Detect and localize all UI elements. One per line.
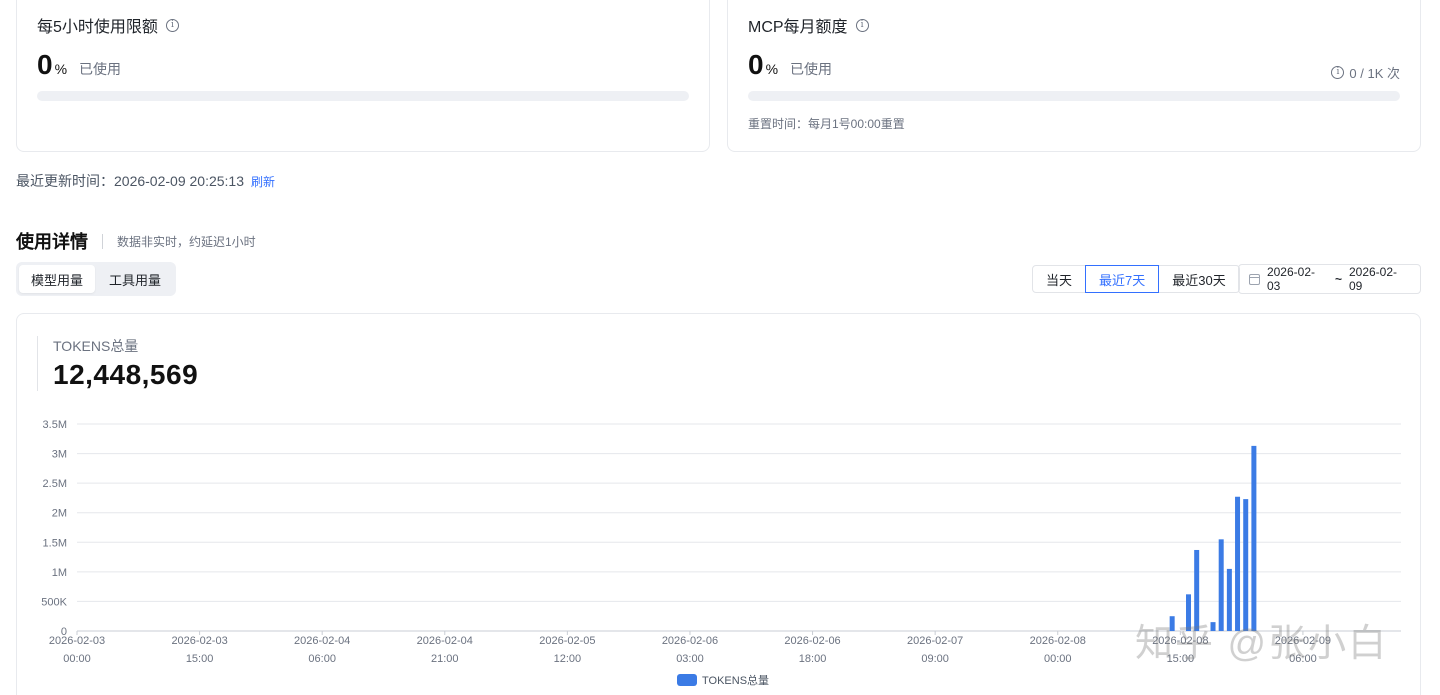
section-divider bbox=[102, 233, 103, 249]
quota-reset-note: 重置时间：每月1号00:00重置 bbox=[748, 117, 905, 131]
date-range-picker[interactable]: 2026-02-03 ~ 2026-02-09 bbox=[1238, 264, 1421, 294]
x-tick-label: 2026-02-04 bbox=[294, 635, 350, 647]
y-tick-label: 500K bbox=[41, 596, 67, 608]
range-30days-button[interactable]: 最近30天 bbox=[1158, 265, 1240, 293]
quota-progress-bar bbox=[748, 91, 1400, 101]
quota-used-label: 已使用 bbox=[79, 61, 122, 77]
section-subtitle: 数据非实时，约延迟1小时 bbox=[117, 234, 256, 249]
quota-unit: % bbox=[765, 61, 779, 77]
quota-usage-count: i 0 / 1K 次 bbox=[1331, 63, 1400, 82]
usage-details-header: 使用详情 数据非实时，约延迟1小时 bbox=[16, 228, 256, 254]
last-update-label: 最近更新时间：2026-02-09 20:25:13 bbox=[16, 173, 244, 189]
time-range-group: 当天 最近7天 最近30天 bbox=[1032, 265, 1240, 293]
y-tick-label: 3.5M bbox=[43, 419, 67, 431]
quota-percent: 0 bbox=[748, 49, 764, 80]
x-tick-label: 03:00 bbox=[676, 653, 704, 665]
x-tick-label: 21:00 bbox=[431, 653, 459, 665]
x-tick-label: 2026-02-03 bbox=[49, 635, 105, 647]
range-7days-button[interactable]: 最近7天 bbox=[1085, 265, 1160, 293]
x-tick-label: 00:00 bbox=[63, 653, 91, 665]
quota-card-mcp: MCP每月额度 i 0 % 已使用 i 0 / 1K 次 重置时间：每月1号00… bbox=[727, 0, 1421, 152]
quota-unit: % bbox=[54, 61, 68, 77]
x-tick-label: 2026-02-04 bbox=[417, 635, 473, 647]
date-end: 2026-02-09 bbox=[1348, 265, 1398, 293]
legend-label: TOKENS总量 bbox=[702, 673, 769, 687]
x-tick-label: 18:00 bbox=[799, 653, 827, 665]
quota-value: 0 % 已使用 bbox=[37, 49, 121, 81]
quota-card-5h: 每5小时使用限额 i 0 % 已使用 bbox=[16, 0, 710, 152]
y-tick-label: 1.5M bbox=[43, 537, 67, 549]
quota-title: 每5小时使用限额 i bbox=[37, 13, 179, 37]
quota-progress-bar bbox=[37, 91, 689, 101]
legend-swatch bbox=[677, 674, 697, 686]
quota-value: 0 % 已使用 bbox=[748, 49, 832, 81]
info-icon[interactable]: i bbox=[165, 18, 179, 32]
last-update-row: 最近更新时间：2026-02-09 20:25:13 刷新 bbox=[16, 171, 275, 191]
x-tick-label: 2026-02-06 bbox=[662, 635, 718, 647]
y-tick-label: 1M bbox=[52, 567, 67, 579]
info-icon[interactable]: i bbox=[1331, 66, 1345, 79]
x-tick-label: 15:00 bbox=[186, 653, 214, 665]
tab-model-usage[interactable]: 模型用量 bbox=[19, 265, 95, 293]
section-title: 使用详情 bbox=[16, 232, 88, 252]
quota-title: MCP每月额度 i bbox=[748, 13, 869, 37]
x-tick-label: 06:00 bbox=[308, 653, 336, 665]
quota-percent: 0 bbox=[37, 49, 53, 80]
date-start: 2026-02-03 bbox=[1266, 265, 1315, 293]
refresh-link[interactable]: 刷新 bbox=[251, 173, 275, 190]
x-tick-label: 2026-02-07 bbox=[907, 635, 963, 647]
quota-title-text: MCP每月额度 bbox=[748, 19, 848, 36]
calendar-icon bbox=[1249, 273, 1260, 285]
date-separator: ~ bbox=[1334, 272, 1342, 286]
x-tick-label: 2026-02-05 bbox=[539, 635, 595, 647]
watermark-text: 知乎 @张小白 bbox=[1135, 623, 1389, 665]
quota-used-label: 已使用 bbox=[790, 61, 833, 77]
x-tick-label: 2026-02-06 bbox=[784, 635, 840, 647]
y-tick-label: 3M bbox=[52, 449, 67, 461]
info-icon[interactable]: i bbox=[855, 18, 869, 32]
range-today-button[interactable]: 当天 bbox=[1032, 265, 1087, 293]
x-tick-label: 09:00 bbox=[921, 653, 949, 665]
x-tick-label: 00:00 bbox=[1044, 653, 1072, 665]
chart-bar bbox=[1251, 445, 1257, 631]
usage-type-tabs: 模型用量 工具用量 bbox=[16, 262, 176, 296]
quota-title-text: 每5小时使用限额 bbox=[37, 19, 158, 36]
x-tick-label: 12:00 bbox=[554, 653, 582, 665]
y-tick-label: 2.5M bbox=[43, 478, 67, 490]
x-tick-label: 2026-02-03 bbox=[171, 635, 227, 647]
y-tick-label: 2M bbox=[52, 508, 67, 520]
tab-tool-usage[interactable]: 工具用量 bbox=[97, 265, 173, 293]
chart-bar bbox=[1235, 496, 1241, 631]
x-tick-label: 2026-02-08 bbox=[1030, 635, 1086, 647]
usage-count-text: 0 / 1K 次 bbox=[1349, 66, 1400, 81]
